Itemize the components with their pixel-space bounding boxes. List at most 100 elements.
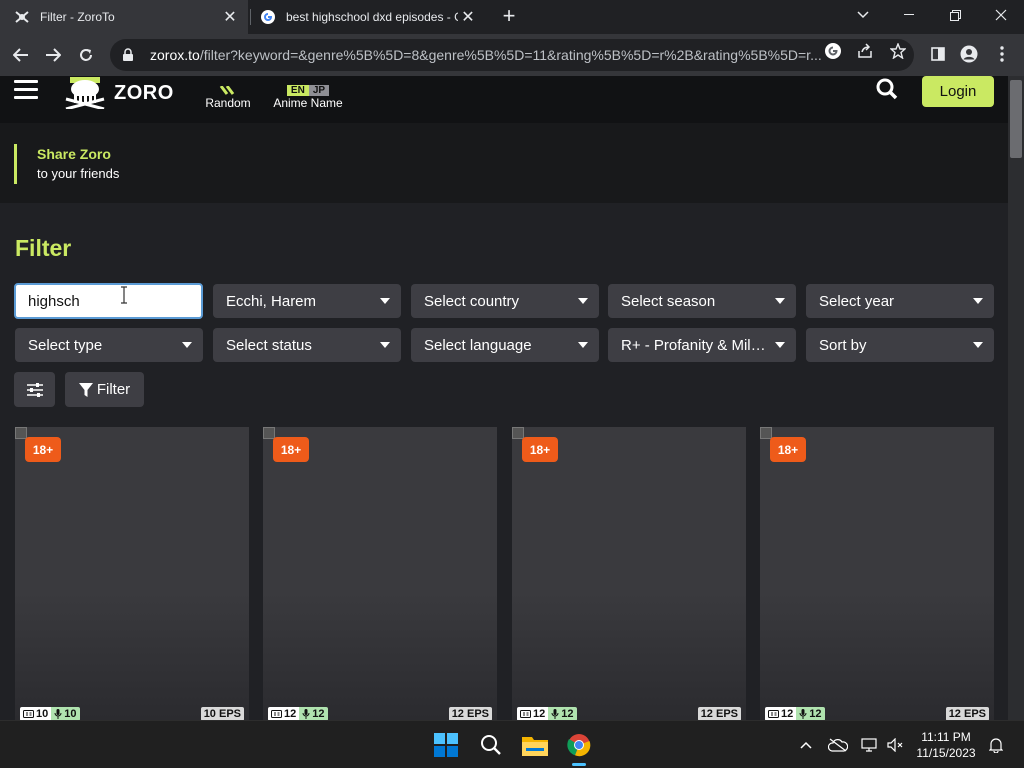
windows-start-icon[interactable]	[430, 729, 462, 761]
season-select[interactable]: Select season	[608, 284, 796, 318]
mic-icon	[54, 709, 62, 719]
accent-bar	[14, 144, 17, 184]
file-explorer-icon[interactable]	[519, 729, 551, 761]
tab-search-chevron-icon[interactable]	[840, 0, 886, 30]
chevron-down-icon	[973, 342, 983, 348]
subtitle-count: 12	[765, 707, 797, 720]
taskbar-search-icon[interactable]	[475, 729, 507, 761]
google-lens-icon[interactable]	[824, 42, 842, 60]
card-ticks: 12 12 12 EPS	[765, 707, 989, 720]
tab-separator	[250, 9, 251, 25]
forward-button[interactable]	[40, 42, 66, 68]
country-select[interactable]: Select country	[411, 284, 599, 318]
chevron-down-icon	[578, 298, 588, 304]
close-tab-icon[interactable]: ✕	[458, 7, 478, 27]
kebab-menu-icon[interactable]	[992, 44, 1012, 64]
dub-count: 12	[548, 707, 577, 720]
status-select[interactable]: Select status	[213, 328, 401, 362]
lock-icon	[122, 48, 136, 62]
share-section: Share Zoro to your friends	[0, 123, 1008, 203]
rating-select[interactable]: R+ - Profanity & Mild ...	[608, 328, 796, 362]
genre-select[interactable]: Ecchi, Harem	[213, 284, 401, 318]
anime-card[interactable]: 18+ 12 12 12 EPS	[512, 427, 746, 720]
lang-jp[interactable]: JP	[308, 85, 330, 96]
restore-button[interactable]	[932, 0, 978, 30]
anime-card[interactable]: 18+ 10 10 10 EPS	[15, 427, 249, 720]
notification-bell-icon[interactable]	[986, 735, 1006, 755]
web-page: ZORO Random EN JP Anime Name Login Share …	[0, 76, 1008, 720]
type-select[interactable]: Select type	[15, 328, 203, 362]
profile-avatar-icon[interactable]	[959, 44, 979, 64]
lang-en[interactable]: EN	[286, 85, 309, 96]
mic-icon	[551, 709, 559, 719]
clock-date: 11/15/2023	[916, 746, 976, 760]
cc-icon	[520, 710, 531, 718]
system-clock[interactable]: 11:11 PM 11/15/2023	[912, 729, 980, 761]
hamburger-menu-icon[interactable]	[14, 80, 38, 100]
address-bar[interactable]: zorox.to/filter?keyword=&genre%5B%5D=8&g…	[110, 39, 914, 71]
advanced-options-button[interactable]	[14, 372, 55, 407]
dub-count: 12	[299, 707, 328, 720]
language-select[interactable]: Select language	[411, 328, 599, 362]
logo-text: ZORO	[114, 81, 174, 104]
anime-name-toggle[interactable]: EN JP Anime Name	[268, 76, 348, 110]
card-ticks: 12 12 12 EPS	[517, 707, 741, 720]
rating-badge: 18+	[25, 437, 61, 462]
anime-name-label: Anime Name	[273, 96, 343, 110]
subtitle-count: 12	[517, 707, 549, 720]
anime-card[interactable]: 18+ 12 12 12 EPS	[760, 427, 994, 720]
share-icon[interactable]	[856, 42, 874, 60]
language-value: Select language	[424, 336, 532, 354]
active-app-indicator	[572, 763, 586, 766]
google-favicon-icon	[260, 9, 276, 25]
scrollbar-thumb[interactable]	[1010, 80, 1022, 158]
browser-tab-strip: Filter - ZoroTo ✕ best highschool dxd ep…	[0, 0, 1024, 34]
random-link[interactable]: Random	[200, 76, 256, 110]
sort-select[interactable]: Sort by	[806, 328, 994, 362]
random-label: Random	[205, 96, 251, 110]
tab-google-search[interactable]: best highschool dxd episodes - G ✕	[252, 0, 486, 34]
shuffle-icon	[200, 76, 256, 96]
show-hidden-icons-chevron[interactable]	[796, 735, 816, 755]
close-window-button[interactable]	[978, 0, 1024, 30]
bookmark-star-icon[interactable]	[889, 42, 907, 60]
mic-icon	[799, 709, 807, 719]
chrome-icon[interactable]	[563, 729, 595, 761]
zoro-logo[interactable]: ZORO	[64, 76, 174, 110]
filter-button[interactable]: Filter	[65, 372, 144, 407]
new-tab-button[interactable]: +	[496, 5, 522, 29]
episode-count: 12 EPS	[697, 707, 741, 720]
status-value: Select status	[226, 336, 312, 354]
sort-value: Sort by	[819, 336, 867, 354]
chevron-down-icon	[973, 298, 983, 304]
volume-muted-icon[interactable]	[886, 735, 906, 755]
dub-count: 12	[796, 707, 825, 720]
share-title: Share Zoro	[37, 146, 111, 162]
cc-icon	[271, 710, 282, 718]
year-value: Select year	[819, 292, 895, 310]
side-panel-icon[interactable]	[928, 44, 948, 64]
anime-card[interactable]: 18+ 12 12 12 EPS	[263, 427, 497, 720]
minimize-button[interactable]	[886, 0, 932, 30]
country-value: Select country	[424, 292, 520, 310]
season-value: Select season	[621, 292, 716, 310]
windows-taskbar: 11:11 PM 11/15/2023	[0, 720, 1024, 768]
tab-zoro-filter[interactable]: Filter - ZoroTo ✕	[0, 0, 248, 34]
subtitle-count: 10	[20, 707, 52, 720]
onedrive-icon[interactable]	[828, 735, 848, 755]
reload-button[interactable]	[73, 42, 99, 68]
chevron-down-icon	[775, 298, 785, 304]
year-select[interactable]: Select year	[806, 284, 994, 318]
search-icon[interactable]	[876, 78, 898, 100]
cc-icon	[768, 710, 779, 718]
chevron-down-icon	[380, 298, 390, 304]
back-button[interactable]	[8, 42, 34, 68]
keyword-search-input[interactable]	[14, 283, 203, 319]
close-tab-icon[interactable]: ✕	[220, 7, 240, 27]
login-button[interactable]: Login	[922, 76, 994, 107]
page-scrollbar[interactable]	[1008, 76, 1024, 720]
site-header: ZORO Random EN JP Anime Name Login	[0, 76, 1008, 123]
mic-icon	[302, 709, 310, 719]
network-icon[interactable]	[860, 735, 880, 755]
language-toggle[interactable]: EN JP	[268, 76, 348, 96]
